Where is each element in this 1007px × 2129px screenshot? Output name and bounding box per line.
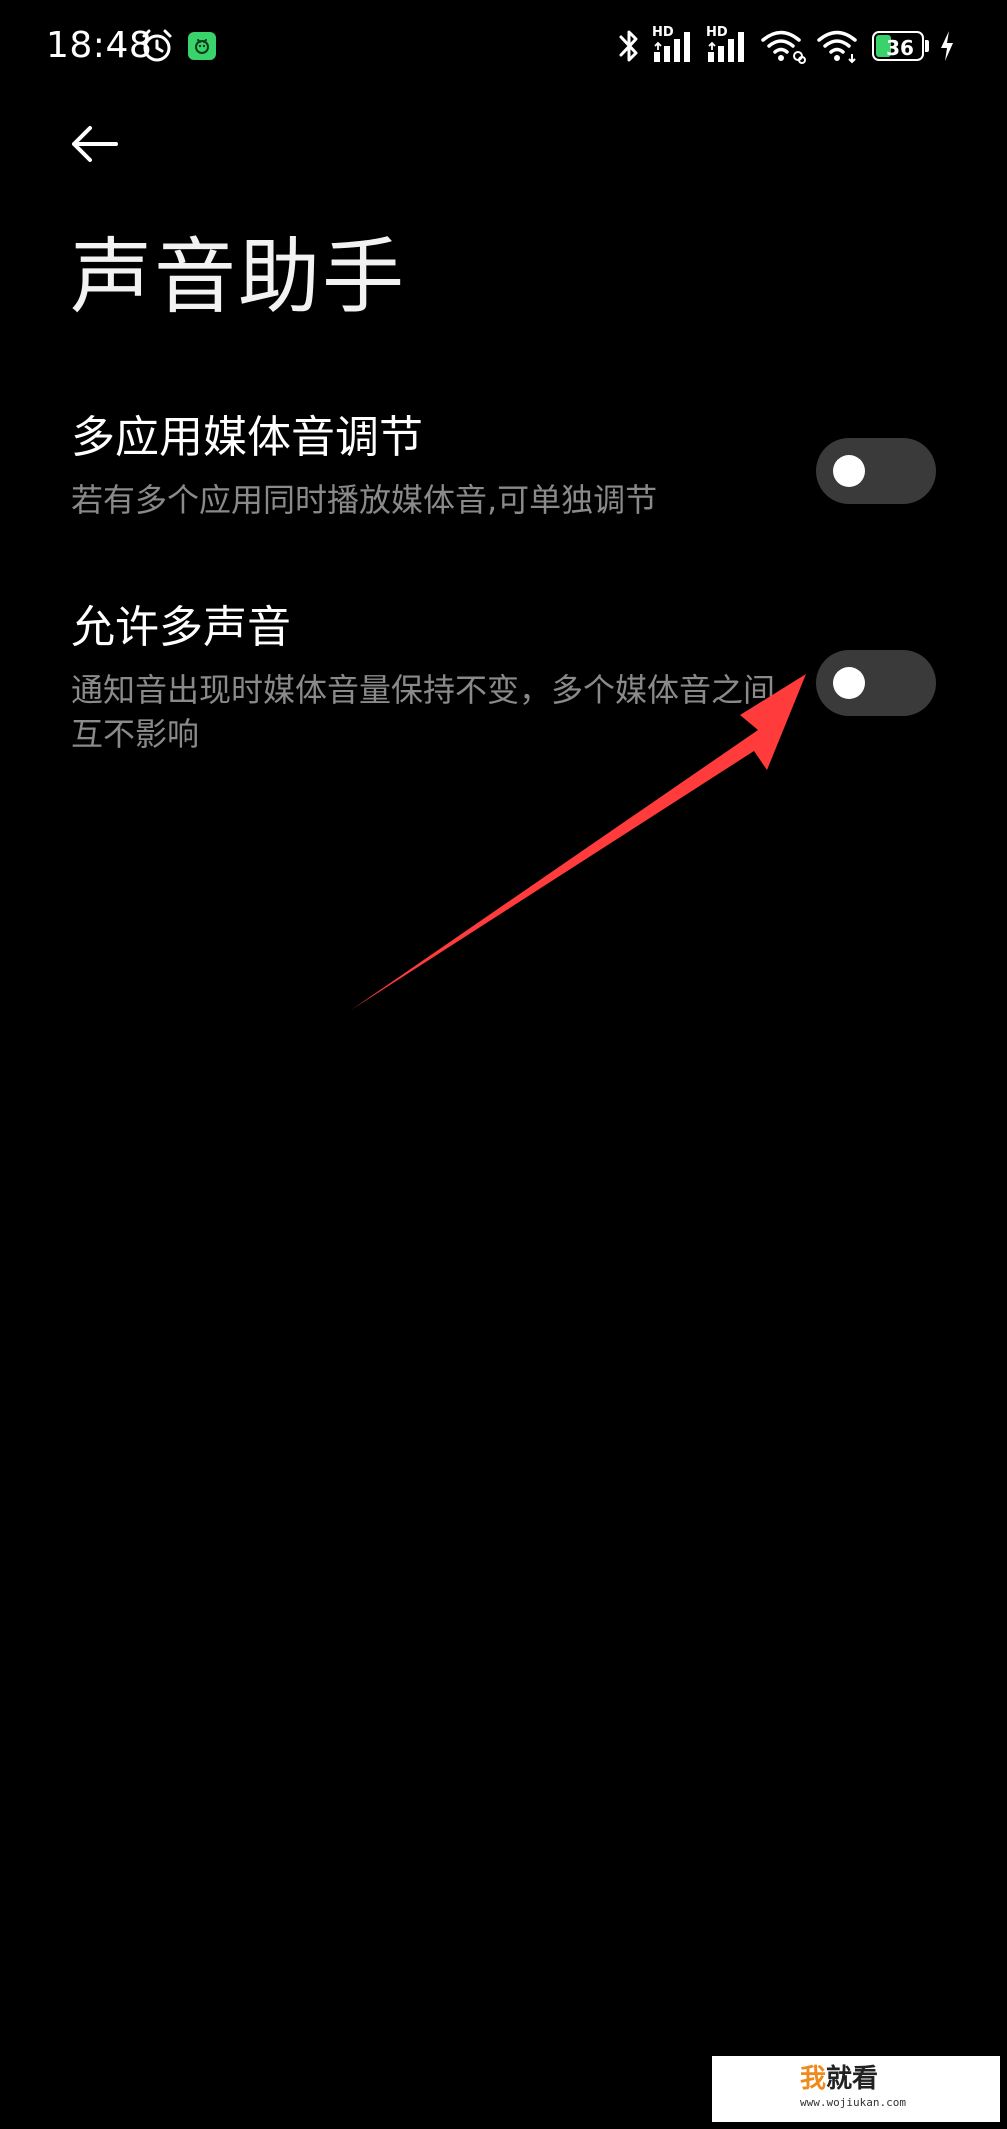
alarm-icon — [139, 28, 175, 64]
toggle-knob — [833, 455, 865, 487]
status-time: 18:48 — [46, 25, 153, 66]
toggle-knob — [833, 667, 865, 699]
toggle-switch[interactable] — [816, 650, 936, 716]
wifi-icon — [816, 28, 862, 64]
arrow-left-icon — [72, 126, 118, 162]
page-title: 声音助手 — [70, 230, 407, 325]
watermark-logo-char: 我 — [800, 2064, 827, 2094]
status-bar: 18:48 HD HD 36 — [0, 0, 1007, 92]
watermark-url: www.wojiukan.com — [800, 2096, 906, 2109]
battery-body: 36 — [872, 31, 924, 61]
signal-icon: HD — [706, 26, 754, 64]
back-button[interactable] — [66, 118, 122, 174]
signal-icon: HD — [652, 26, 700, 64]
setting-description: 通知音出现时媒体音量保持不变，多个媒体音之间互不影响 — [71, 671, 776, 753]
battery-level: 36 — [886, 36, 914, 60]
wifi-icon — [760, 28, 806, 64]
setting-row-multi-app-media-volume[interactable]: 多应用媒体音调节 若有多个应用同时播放媒体音,可单独调节 — [0, 410, 1007, 530]
watermark-logo-text: 就看 — [826, 2064, 879, 2094]
charging-icon — [938, 29, 956, 63]
watermark: 我就看 www.wojiukan.com — [712, 2056, 1000, 2122]
bluetooth-icon — [616, 27, 642, 65]
app-notification-icon — [188, 32, 216, 60]
battery-cap — [925, 40, 929, 52]
watermark-logo: 我就看 — [800, 2062, 878, 2096]
setting-title: 允许多声音 — [71, 602, 291, 653]
setting-row-allow-multiple-sounds[interactable]: 允许多声音 通知音出现时媒体音量保持不变，多个媒体音之间互不影响 — [0, 600, 1007, 770]
battery-icon: 36 — [872, 31, 930, 61]
setting-description: 若有多个应用同时播放媒体音,可单独调节 — [71, 481, 658, 519]
setting-title: 多应用媒体音调节 — [71, 412, 423, 463]
toggle-switch[interactable] — [816, 438, 936, 504]
